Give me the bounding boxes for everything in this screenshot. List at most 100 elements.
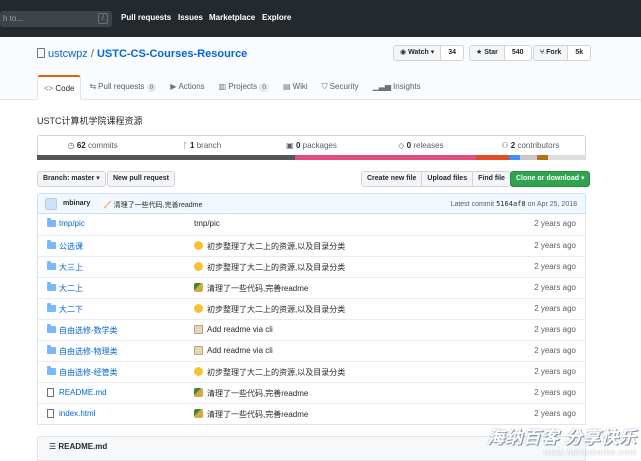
file-name-link[interactable]: tmp/pic — [59, 219, 85, 228]
releases-link[interactable]: ◇ 0 releases — [366, 136, 475, 155]
nav-explore[interactable]: Explore — [262, 13, 291, 22]
file-row[interactable]: 大二上 清理了一些代码,完善readme 2 years ago — [38, 277, 585, 298]
broom-emoji-icon: 🧹 — [103, 202, 112, 209]
top-navbar: h to... / Pull requests Issues Marketpla… — [0, 0, 641, 37]
memo-emoji-icon — [194, 346, 203, 355]
tab-actions[interactable]: ▶ Actions — [164, 75, 210, 100]
commit-message-link[interactable]: Add readme via cli — [207, 346, 273, 355]
file-row[interactable]: 自由选修-经管类 初步整理了大二上的资源,以及目录分类 2 years ago — [38, 361, 585, 382]
file-row[interactable]: 大三上 初步整理了大二上的资源,以及目录分类 2 years ago — [38, 256, 585, 277]
commit-message-text: 清理了一些代码,完善readme — [113, 202, 203, 209]
file-name-link[interactable]: 自由选修-物理类 — [59, 346, 118, 357]
broom-emoji-icon — [194, 388, 203, 397]
file-name-link[interactable]: 自由选修-经管类 — [59, 367, 118, 378]
tab-projects[interactable]: ▥ Projects 0 — [213, 75, 275, 100]
commits-link[interactable]: ◷ 62 commits — [38, 136, 147, 155]
file-name-link[interactable]: 公选课 — [59, 241, 83, 252]
tab-security[interactable]: ⛉ Security — [316, 75, 365, 100]
fork-button-group: ⑂ Fork 5k — [533, 45, 592, 61]
branch-icon: ᚴ — [183, 141, 191, 150]
folder-icon — [47, 324, 56, 333]
commit-message-link[interactable]: 清理了一些代码,完善readme — [207, 409, 308, 420]
branch-link[interactable]: ᚴ 1 branch — [147, 136, 256, 155]
repo-separator: / — [90, 48, 94, 60]
watermark: 海纳百客 分享快乐 www.hainabaike.com — [487, 423, 637, 457]
repo-name-link[interactable]: USTC-CS-Courses-Resource — [97, 48, 247, 60]
projects-counter: 0 — [259, 83, 269, 92]
file-icon — [47, 388, 54, 397]
file-row[interactable]: tmp/pic tmp/pic 2 years ago — [38, 214, 585, 235]
file-row[interactable]: README.md 清理了一些代码,完善readme 2 years ago — [38, 382, 585, 403]
commit-message[interactable]: 🧹 清理了一些代码,完善readme — [103, 200, 202, 210]
list-icon: ☰ — [49, 442, 59, 451]
file-name-link[interactable]: 大三上 — [59, 262, 83, 273]
commit-message-link[interactable]: 初步整理了大二上的资源,以及目录分类 — [207, 262, 345, 273]
commit-author[interactable]: mbinary — [63, 200, 90, 207]
folder-icon — [47, 261, 56, 270]
repo-owner-link[interactable]: ustcwpz — [48, 48, 88, 60]
watermark-line-2: www.hainabaike.com — [543, 448, 637, 457]
file-age: 2 years ago — [534, 241, 576, 250]
graph-icon: ▁▃▅ — [372, 82, 392, 91]
tab-code[interactable]: <> Code — [37, 75, 82, 100]
star-button-group: ★ Star 540 — [469, 45, 532, 61]
commit-message-link[interactable]: Add readme via cli — [207, 325, 273, 334]
avatar[interactable] — [45, 198, 57, 210]
watch-button[interactable]: ◉ Watch ▾ — [394, 46, 442, 60]
new-pull-request-button[interactable]: New pull request — [107, 171, 176, 187]
language-segment — [536, 155, 548, 160]
file-row[interactable]: 自由选修-物理类 Add readme via cli 2 years ago — [38, 340, 585, 361]
repo-title: ustcwpz / USTC-CS-Courses-Resource — [37, 48, 247, 60]
commit-message-link[interactable]: 初步整理了大二上的资源,以及目录分类 — [207, 304, 345, 315]
fork-label: Fork — [546, 49, 562, 56]
file-name-link[interactable]: README.md — [59, 388, 107, 397]
nav-pull-requests[interactable]: Pull requests — [121, 13, 171, 22]
star-button[interactable]: ★ Star — [470, 46, 505, 60]
smile-emoji-icon — [194, 262, 203, 271]
smile-emoji-icon — [194, 241, 203, 250]
packages-link[interactable]: ▣ 0 packages — [257, 136, 366, 155]
nav-issues[interactable]: Issues — [178, 13, 203, 22]
search-input[interactable]: h to... / — [0, 11, 112, 27]
tab-pull-requests[interactable]: ⇆ Pull requests 0 — [83, 75, 162, 100]
file-name-link[interactable]: 自由选修-数学类 — [59, 325, 118, 336]
language-segment — [295, 155, 477, 160]
find-file-button[interactable]: Find file — [473, 172, 510, 186]
fork-button[interactable]: ⑂ Fork — [534, 46, 569, 60]
language-segment — [37, 155, 296, 160]
file-row[interactable]: index.html 清理了一些代码,完善readme 2 years ago — [38, 403, 585, 424]
branch-count: 1 — [190, 141, 195, 150]
commit-message-link[interactable]: tmp/pic — [194, 219, 220, 228]
numbers-summary: ◷ 62 commits ᚴ 1 branch ▣ 0 packages ◇ 0… — [37, 135, 586, 155]
upload-files-button[interactable]: Upload files — [422, 172, 474, 186]
repo-header: ustcwpz / USTC-CS-Courses-Resource ◉ Wat… — [0, 37, 641, 100]
readme-label: README.md — [58, 442, 108, 451]
commit-sha-link[interactable]: 5164af8 — [496, 200, 526, 208]
contributors-link[interactable]: ⚇ 2 contributors — [476, 136, 585, 155]
create-file-button[interactable]: Create new file — [362, 172, 423, 186]
nav-marketplace[interactable]: Marketplace — [209, 13, 255, 22]
watch-count[interactable]: 34 — [441, 46, 464, 60]
commit-message-link[interactable]: 初步整理了大二上的资源,以及目录分类 — [207, 367, 345, 378]
branch-select-button[interactable]: Branch: master ▾ — [37, 171, 106, 187]
file-age: 2 years ago — [534, 262, 576, 271]
file-row[interactable]: 公选课 初步整理了大二上的资源,以及目录分类 2 years ago — [38, 235, 585, 256]
star-count[interactable]: 540 — [504, 46, 531, 60]
file-name-link[interactable]: index.html — [59, 409, 95, 418]
language-bar[interactable] — [37, 155, 587, 160]
file-row[interactable]: 自由选修-数学类 Add readme via cli 2 years ago — [38, 319, 585, 340]
commit-message-link[interactable]: 初步整理了大二上的资源,以及目录分类 — [207, 241, 345, 252]
tab-insights[interactable]: ▁▃▅ Insights — [367, 75, 427, 100]
file-name-link[interactable]: 大二下 — [59, 304, 83, 315]
book-icon: ▤ — [283, 82, 291, 91]
memo-emoji-icon — [194, 325, 203, 334]
file-row[interactable]: 大二下 初步整理了大二上的资源,以及目录分类 2 years ago — [38, 298, 585, 319]
code-icon: <> — [44, 84, 54, 93]
fork-count[interactable]: 5k — [568, 46, 591, 60]
file-name-link[interactable]: 大二上 — [59, 283, 83, 294]
clone-download-button[interactable]: Clone or download ▾ — [510, 171, 591, 187]
project-icon: ▥ — [218, 82, 227, 91]
tab-wiki[interactable]: ▤ Wiki — [277, 75, 314, 100]
commit-message-link[interactable]: 清理了一些代码,完善readme — [207, 283, 308, 294]
commit-message-link[interactable]: 清理了一些代码,完善readme — [207, 388, 308, 399]
